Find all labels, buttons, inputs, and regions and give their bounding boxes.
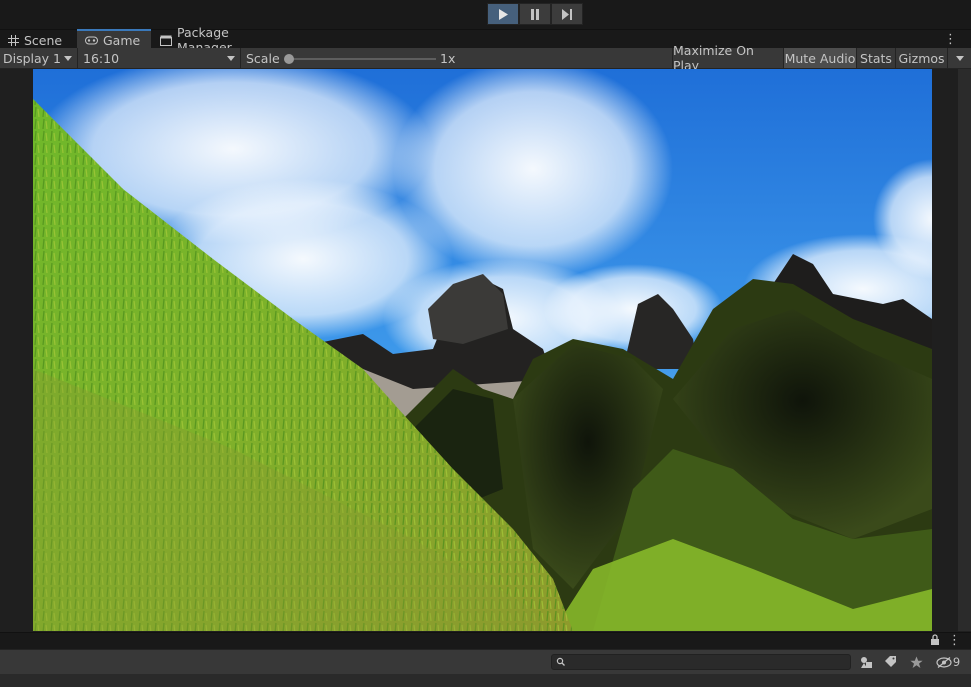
tab-bar: Scene Game Package Manager ⋮ (0, 25, 971, 55)
tab-game[interactable]: Game (77, 29, 151, 49)
favorites-star-icon[interactable] (908, 654, 924, 670)
play-toolbar (0, 0, 971, 28)
play-icon (499, 8, 508, 20)
filter-by-type-icon[interactable] (858, 654, 874, 670)
grid-icon (8, 34, 19, 46)
panel-options-icon[interactable]: ⋮ (948, 633, 961, 648)
scale-slider-track[interactable] (288, 58, 436, 60)
scale-value: 1x (440, 50, 456, 66)
chevron-down-icon (955, 55, 964, 61)
aspect-dropdown[interactable]: 16:10 (79, 48, 241, 68)
aspect-value: 16:10 (83, 50, 120, 66)
bottom-panel-content (0, 674, 971, 687)
pause-icon (531, 8, 539, 20)
filter-by-label-icon[interactable] (882, 654, 898, 670)
mute-audio-toggle[interactable]: Mute Audio (783, 48, 856, 68)
stats-toggle[interactable]: Stats (856, 48, 895, 68)
eye-hidden-icon (936, 656, 952, 668)
tab-options-icon[interactable]: ⋮ (944, 32, 957, 47)
gizmos-toggle[interactable]: Gizmos (895, 48, 947, 68)
hidden-count: 9 (952, 655, 961, 669)
package-icon (160, 35, 172, 46)
play-controls (487, 3, 583, 25)
bottom-panel-header: ⋮ (0, 632, 971, 649)
display-dropdown[interactable]: Display 1 (0, 48, 78, 68)
search-input[interactable] (551, 654, 851, 670)
tab-scene[interactable]: Scene (0, 30, 76, 50)
game-render-image (33, 69, 932, 631)
tab-game-label: Game (103, 32, 141, 48)
display-value: Display 1 (3, 50, 62, 66)
viewport-scrollbar[interactable] (958, 69, 971, 631)
search-icon (556, 656, 566, 670)
gizmos-menu-button[interactable] (947, 48, 971, 68)
step-button[interactable] (551, 3, 583, 25)
chevron-down-icon (64, 56, 72, 61)
play-button[interactable] (487, 3, 519, 25)
tab-package-manager[interactable]: Package Manager (152, 25, 292, 55)
scale-slider-handle[interactable] (284, 54, 294, 64)
maximize-on-play-toggle[interactable]: Maximize On Play (672, 43, 783, 73)
hidden-packages-toggle[interactable]: 9 (934, 654, 962, 670)
tab-scene-label: Scene (24, 32, 63, 48)
gamepad-icon (85, 36, 98, 45)
scale-label: Scale (246, 50, 280, 66)
chevron-down-icon (227, 56, 235, 61)
step-icon (561, 8, 572, 20)
lock-icon[interactable] (930, 634, 940, 648)
pause-button[interactable] (519, 3, 551, 25)
game-viewport[interactable] (33, 69, 932, 631)
